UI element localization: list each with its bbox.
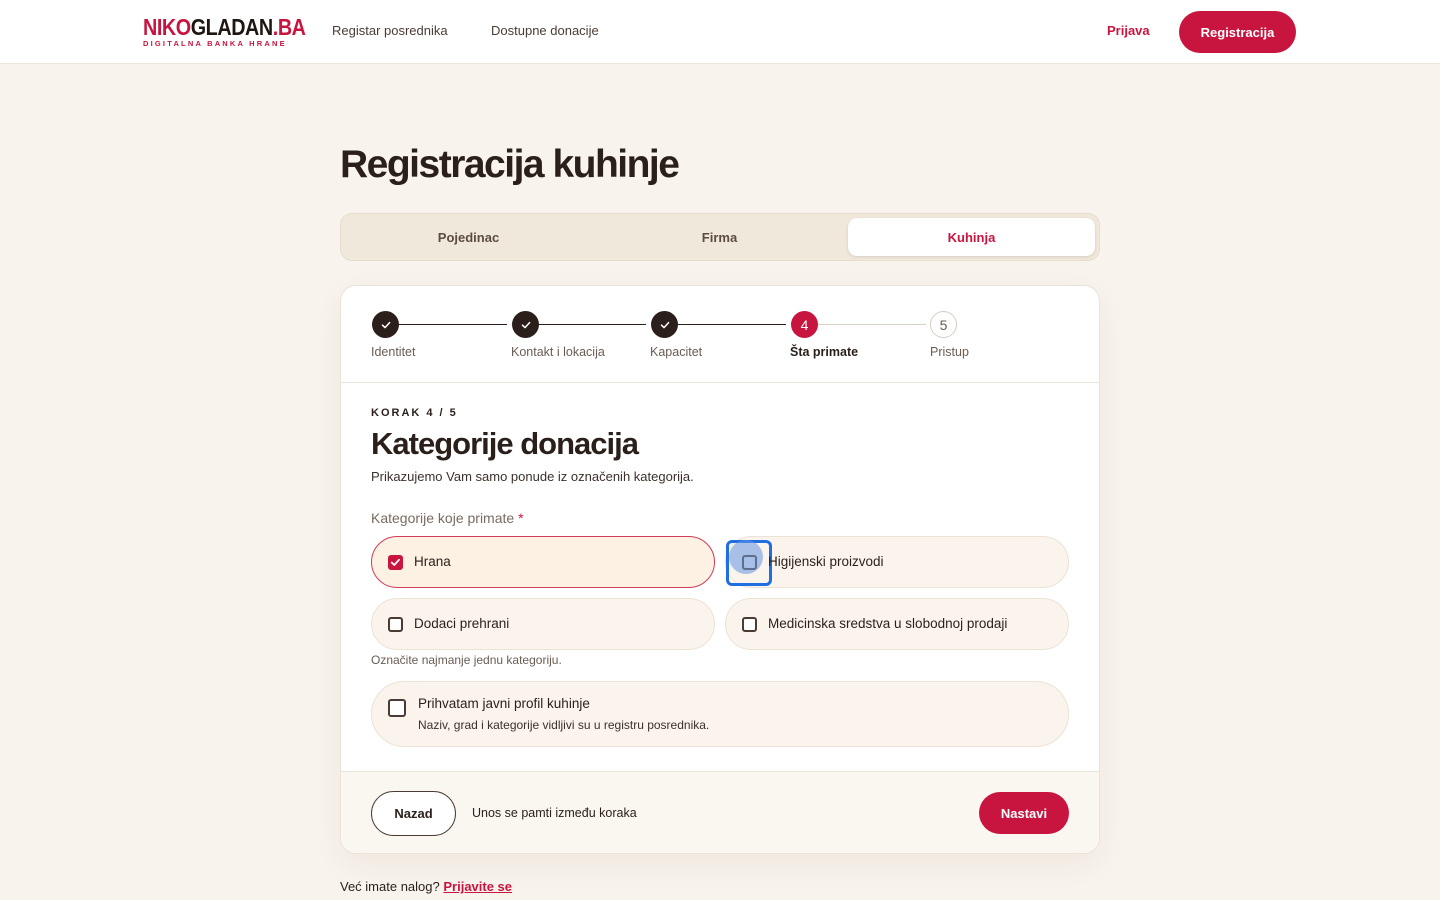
tab-kuhinja[interactable]: Kuhinja (848, 218, 1095, 256)
top-navigation-bar: NIKOGLADAN.BA DIGITALNA BANKA HRANE Regi… (0, 0, 1440, 64)
login-prompt-link[interactable]: Prijavite se (443, 879, 512, 894)
nav-registar-posrednika[interactable]: Registar posrednika (332, 23, 448, 38)
registration-card: 4 5 Identitet Kontakt i lokacija Kapacit… (340, 285, 1100, 854)
next-button[interactable]: Nastavi (979, 792, 1069, 834)
categories-field-label: Kategorije koje primate * (371, 510, 524, 526)
step-kicker: KORAK 4 / 5 (371, 407, 458, 419)
back-button[interactable]: Nazad (371, 791, 456, 836)
step-connector (539, 324, 646, 325)
checkbox-icon[interactable] (388, 699, 406, 717)
checkbox-icon[interactable] (742, 617, 757, 632)
categories-hint: Označite najmanje jednu kategoriju. (371, 653, 562, 667)
option-label: Hrana (414, 554, 451, 569)
step-4-label: Šta primate (790, 345, 859, 359)
step-1-label: Identitet (371, 345, 416, 359)
checkbox-icon[interactable] (388, 617, 403, 632)
public-profile-consent[interactable]: Prihvatam javni profil kuhinje Naziv, gr… (371, 681, 1069, 747)
tab-firma[interactable]: Firma (596, 218, 843, 256)
step-connector (678, 324, 786, 325)
step-5-number: 5 (930, 311, 957, 338)
option-label: Medicinska sredstva u slobodnoj prodaji (768, 616, 1008, 631)
step-connector (818, 324, 926, 325)
login-link[interactable]: Prijava (1107, 23, 1150, 38)
logo-tagline: DIGITALNA BANKA HRANE (143, 39, 287, 48)
section-title: Kategorije donacija (371, 426, 639, 461)
step-3-check-icon (651, 311, 678, 338)
option-dodaci-prehrani[interactable]: Dodaci prehrani (371, 598, 715, 650)
site-logo[interactable]: NIKOGLADAN.BA DIGITALNA BANKA HRANE (143, 14, 306, 49)
register-button[interactable]: Registracija (1179, 11, 1296, 53)
checkbox-checked-icon[interactable] (388, 555, 403, 570)
consent-title: Prihvatam javni profil kuhinje (418, 696, 590, 711)
autosave-note: Unos se pamti između koraka (472, 806, 637, 820)
registration-type-tabs: Pojedinac Firma Kuhinja (340, 213, 1100, 261)
step-4-number: 4 (791, 311, 818, 338)
step-2-label: Kontakt i lokacija (511, 345, 605, 359)
page-title: Registracija kuhinje (340, 143, 680, 186)
form-footer: Nazad Unos se pamti između koraka Nastav… (341, 771, 1099, 853)
step-5-label: Pristup (930, 345, 969, 359)
logo-wordmark: NIKOGLADAN.BA (143, 14, 306, 40)
option-hrana[interactable]: Hrana (371, 536, 715, 588)
tab-pojedinac[interactable]: Pojedinac (345, 218, 592, 256)
step-connector (399, 324, 507, 325)
option-label: Higijenski proizvodi (768, 554, 884, 569)
step-1-check-icon (372, 311, 399, 338)
step-2-check-icon (512, 311, 539, 338)
nav-dostupne-donacije[interactable]: Dostupne donacije (491, 23, 599, 38)
option-medicinska-sredstva[interactable]: Medicinska sredstva u slobodnoj prodaji (725, 598, 1069, 650)
login-prompt: Već imate nalog? Prijavite se (340, 879, 512, 894)
progress-stepper: 4 5 Identitet Kontakt i lokacija Kapacit… (341, 286, 1099, 383)
step-3-label: Kapacitet (650, 345, 703, 359)
option-higijenski-proizvodi[interactable]: Higijenski proizvodi (725, 536, 1069, 588)
section-subtitle: Prikazujemo Vam samo ponude iz označenih… (371, 469, 694, 484)
required-marker: * (518, 510, 524, 526)
consent-description: Naziv, grad i kategorije vidljivi su u r… (418, 718, 710, 732)
option-label: Dodaci prehrani (414, 616, 510, 631)
checkbox-icon[interactable] (742, 555, 757, 570)
login-prompt-text: Već imate nalog? (340, 879, 440, 894)
